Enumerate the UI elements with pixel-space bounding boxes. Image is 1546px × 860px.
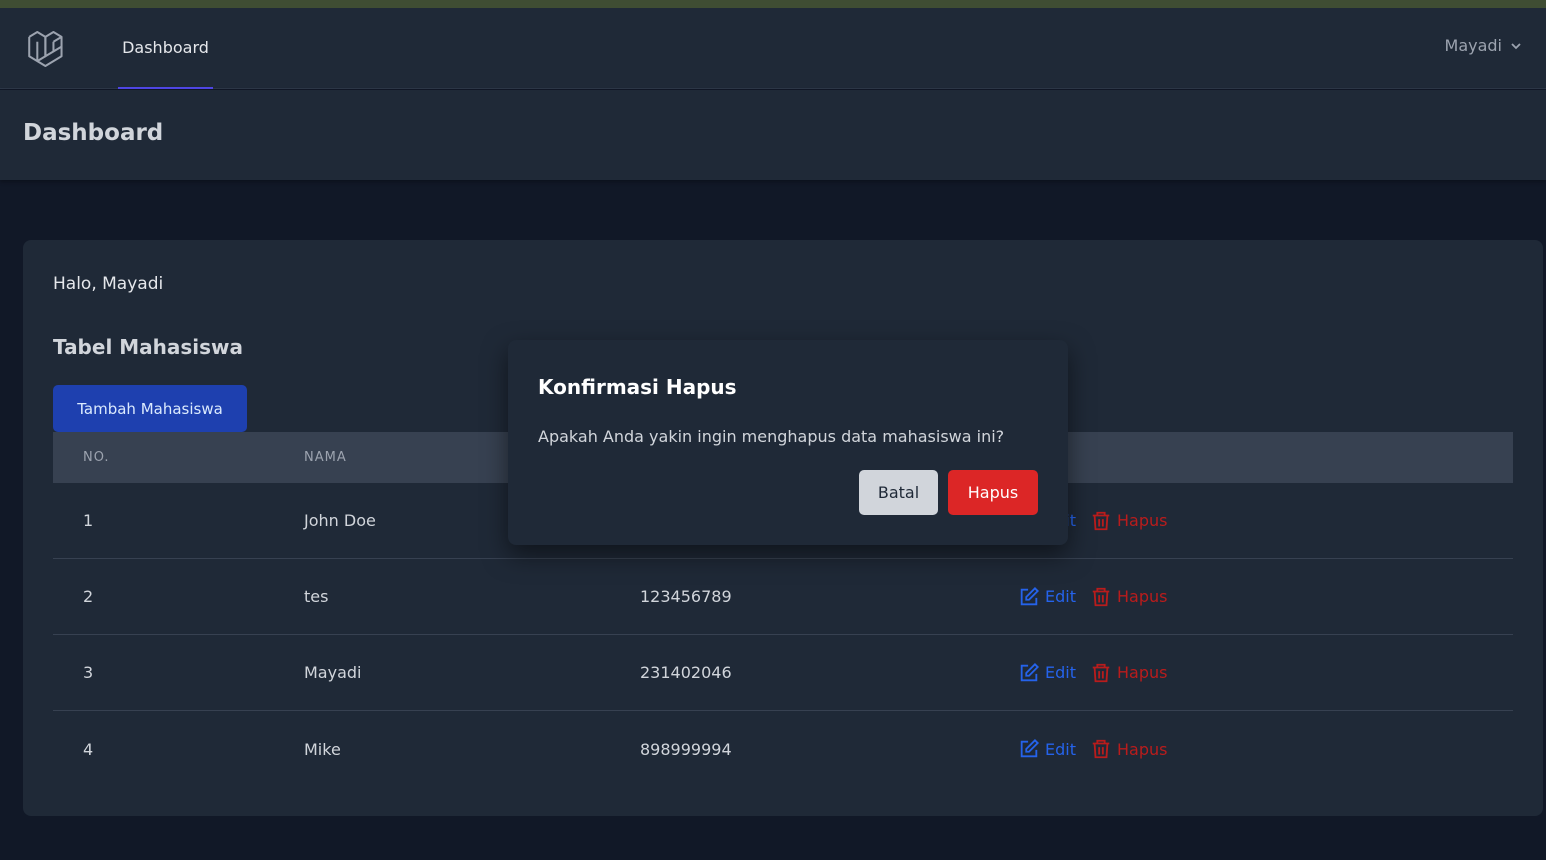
page-header: Dashboard (0, 90, 1546, 180)
modal-title: Konfirmasi Hapus (538, 375, 737, 399)
delete-confirm-modal: Konfirmasi Hapus Apakah Anda yakin ingin… (508, 340, 1068, 545)
delete-link[interactable]: Hapus (1090, 510, 1167, 532)
row-nama: Mike (304, 739, 341, 759)
row-actions: Edit Hapus (1018, 738, 1167, 760)
trash-icon (1092, 587, 1110, 606)
row-nama: Mayadi (304, 663, 362, 682)
row-no: 3 (83, 663, 94, 682)
trash-icon (1092, 511, 1110, 530)
navbar: Dashboard Mayadi (0, 8, 1546, 89)
delete-label: Hapus (1116, 663, 1168, 682)
row-nama: tes (304, 587, 329, 606)
confirm-delete-button[interactable]: Hapus (948, 470, 1038, 515)
column-header-nama: NAMA (304, 450, 347, 465)
delete-label: Hapus (1116, 739, 1168, 759)
edit-label: Edit (1045, 663, 1076, 682)
row-no: 1 (83, 511, 94, 530)
row-no: 4 (83, 739, 94, 759)
nav-link-dashboard[interactable]: Dashboard (118, 8, 213, 89)
user-name[interactable]: Mayadi (1445, 36, 1502, 55)
row-actions: Edit Hapus (1018, 662, 1167, 684)
edit-link[interactable]: Edit (1018, 738, 1076, 760)
laravel-logo[interactable] (26, 28, 68, 70)
edit-icon (1020, 738, 1040, 758)
row-nim: 123456789 (640, 587, 732, 606)
edit-label: Edit (1045, 587, 1076, 606)
delete-link[interactable]: Hapus (1090, 738, 1167, 760)
table-row: 2 tes 123456789 Edit Hapus (53, 559, 1513, 635)
edit-label: Edit (1045, 739, 1076, 759)
window-top-strip (0, 0, 1546, 8)
edit-icon (1020, 662, 1040, 681)
cancel-button[interactable]: Batal (859, 470, 938, 515)
trash-icon (1092, 739, 1110, 759)
add-student-button[interactable]: Tambah Mahasiswa (53, 385, 247, 432)
row-actions: Edit Hapus (1018, 586, 1167, 608)
edit-link[interactable]: Edit (1018, 586, 1076, 608)
modal-message: Apakah Anda yakin ingin menghapus data m… (538, 427, 1005, 446)
user-menu[interactable]: Mayadi (1445, 36, 1522, 55)
delete-label: Hapus (1116, 511, 1168, 530)
delete-link[interactable]: Hapus (1090, 586, 1167, 608)
edit-link[interactable]: Edit (1018, 662, 1076, 684)
edit-icon (1020, 586, 1040, 605)
row-no: 2 (83, 587, 94, 606)
section-title: Tabel Mahasiswa (53, 335, 244, 359)
greeting-text: Halo, Mayadi (53, 274, 164, 294)
table-row: 3 Mayadi 231402046 Edit Hapus (53, 635, 1513, 711)
delete-label: Hapus (1116, 587, 1168, 606)
trash-icon (1092, 663, 1110, 682)
row-nim: 898999994 (640, 739, 732, 759)
table-row: 4 Mike 898999994 Edit Hapus (53, 711, 1513, 787)
page-title: Dashboard (23, 120, 164, 146)
delete-link[interactable]: Hapus (1090, 662, 1167, 684)
row-nim: 231402046 (640, 663, 732, 682)
row-nama: John Doe (304, 511, 376, 530)
chevron-down-icon (1511, 42, 1521, 49)
column-header-no: NO. (83, 450, 110, 465)
